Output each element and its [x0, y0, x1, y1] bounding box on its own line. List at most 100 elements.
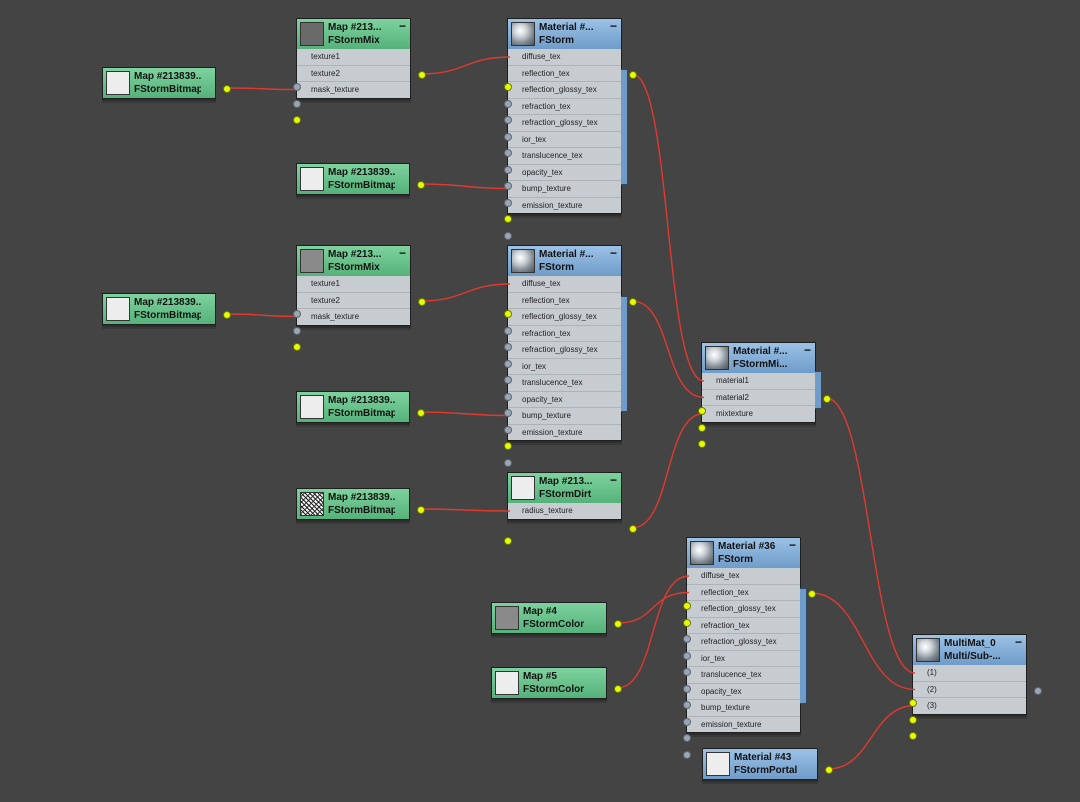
input-mask-texture[interactable]: mask_texture — [297, 308, 410, 325]
output-port[interactable] — [1034, 687, 1042, 695]
node-color-4[interactable]: Map #4 FStormColor — [491, 602, 622, 634]
node-material-43[interactable]: Material #43 FStormPortal — [702, 748, 833, 780]
input-port[interactable] — [909, 731, 917, 740]
output-port[interactable] — [418, 298, 426, 306]
output-port[interactable] — [629, 298, 637, 306]
input-port[interactable] — [683, 634, 691, 643]
input-port[interactable] — [504, 392, 512, 401]
input-slot-3[interactable]: (3) — [913, 697, 1026, 714]
input-port[interactable] — [293, 326, 301, 335]
input-texture1[interactable]: texture1 — [297, 49, 410, 65]
input-radius-texture[interactable]: radius_texture — [508, 503, 621, 519]
input-port[interactable] — [293, 342, 301, 351]
input-port[interactable] — [504, 181, 512, 190]
input-port[interactable] — [504, 458, 512, 467]
input-ior-tex[interactable]: ior_tex — [508, 357, 621, 375]
input-port[interactable] — [698, 423, 706, 432]
input-port[interactable] — [683, 733, 691, 742]
node-bitmap-3[interactable]: Map #213839... FStormBitmap — [102, 293, 231, 325]
input-diffuse-tex[interactable]: diffuse_tex — [508, 49, 621, 65]
input-port[interactable] — [504, 115, 512, 124]
output-port[interactable] — [223, 85, 231, 93]
input-refraction-tex[interactable]: refraction_tex — [508, 324, 621, 342]
input-translucence-tex[interactable]: translucence_tex — [508, 374, 621, 391]
input-port[interactable] — [293, 83, 301, 91]
input-emission-texture[interactable]: emission_texture — [687, 715, 800, 733]
input-port[interactable] — [504, 83, 512, 91]
input-port[interactable] — [293, 99, 301, 108]
output-port[interactable] — [614, 685, 622, 693]
input-mask-texture[interactable]: mask_texture — [297, 81, 410, 98]
input-translucence-tex[interactable]: translucence_tex — [508, 147, 621, 164]
input-port[interactable] — [504, 537, 512, 545]
input-translucence-tex[interactable]: translucence_tex — [687, 666, 800, 683]
input-port[interactable] — [504, 359, 512, 368]
node-dirt[interactable]: Map #213... FStormDirt − radius_texture — [504, 472, 637, 545]
input-texture2[interactable]: texture2 — [297, 291, 410, 309]
input-emission-texture[interactable]: emission_texture — [508, 196, 621, 214]
node-bitmap-4[interactable]: Map #213839... FStormBitmap — [296, 391, 425, 423]
input-refraction-glossy-tex[interactable]: refraction_glossy_tex — [508, 341, 621, 358]
input-port[interactable] — [504, 132, 512, 141]
input-reflection-glossy-tex[interactable]: reflection_glossy_tex — [687, 600, 800, 617]
node-material-36[interactable]: Material #36 FStorm − diffuse_tex reflec… — [683, 537, 816, 759]
input-port[interactable] — [683, 684, 691, 693]
input-port[interactable] — [909, 715, 917, 724]
input-port[interactable] — [683, 717, 691, 726]
input-opacity-tex[interactable]: opacity_tex — [687, 682, 800, 700]
node-bitmap-5[interactable]: Map #213839... FStormBitmap — [296, 488, 425, 520]
input-mixtexture[interactable]: mixtexture — [702, 405, 815, 422]
input-slot-1[interactable]: (1) — [913, 665, 1026, 681]
input-slot-2[interactable]: (2) — [913, 680, 1026, 698]
node-mix-2[interactable]: Map #213... FStormMix − texture1 texture… — [293, 245, 426, 351]
input-bump-texture[interactable]: bump_texture — [508, 180, 621, 197]
input-ior-tex[interactable]: ior_tex — [508, 130, 621, 148]
collapse-icon[interactable]: − — [610, 246, 617, 260]
collapse-icon[interactable]: − — [610, 473, 617, 487]
input-port[interactable] — [504, 99, 512, 108]
collapse-icon[interactable]: − — [399, 19, 406, 33]
input-bump-texture[interactable]: bump_texture — [687, 699, 800, 716]
output-port[interactable] — [417, 409, 425, 417]
output-port[interactable] — [823, 395, 831, 403]
output-port[interactable] — [417, 506, 425, 514]
collapse-icon[interactable]: − — [789, 538, 796, 552]
output-port[interactable] — [223, 311, 231, 319]
input-refraction-glossy-tex[interactable]: refraction_glossy_tex — [687, 633, 800, 650]
node-color-5[interactable]: Map #5 FStormColor — [491, 667, 622, 699]
output-port[interactable] — [629, 71, 637, 79]
input-reflection-tex[interactable]: reflection_tex — [508, 291, 621, 309]
output-port[interactable] — [614, 620, 622, 628]
node-material-1[interactable]: Material #... FStorm − diffuse_tex refle… — [504, 18, 637, 240]
input-port[interactable] — [683, 750, 691, 759]
input-material2[interactable]: material2 — [702, 388, 815, 406]
input-reflection-tex[interactable]: reflection_tex — [687, 583, 800, 601]
node-bitmap-2[interactable]: Map #213839... FStormBitmap — [296, 163, 425, 195]
collapse-icon[interactable]: − — [1015, 635, 1022, 649]
input-port[interactable] — [683, 602, 691, 610]
input-port[interactable] — [504, 375, 512, 384]
input-reflection-glossy-tex[interactable]: reflection_glossy_tex — [508, 308, 621, 325]
input-emission-texture[interactable]: emission_texture — [508, 423, 621, 441]
input-opacity-tex[interactable]: opacity_tex — [508, 390, 621, 408]
input-port[interactable] — [698, 439, 706, 448]
input-bump-texture[interactable]: bump_texture — [508, 407, 621, 424]
input-diffuse-tex[interactable]: diffuse_tex — [508, 276, 621, 292]
input-reflection-tex[interactable]: reflection_tex — [508, 64, 621, 82]
node-mix-1[interactable]: Map #213... FStormMix − texture1 texture… — [293, 18, 426, 124]
input-port[interactable] — [504, 310, 512, 318]
input-port[interactable] — [504, 408, 512, 417]
input-port[interactable] — [683, 651, 691, 660]
output-port[interactable] — [825, 766, 833, 774]
input-port[interactable] — [683, 700, 691, 709]
input-port[interactable] — [293, 115, 301, 124]
input-refraction-glossy-tex[interactable]: refraction_glossy_tex — [508, 114, 621, 131]
input-port[interactable] — [504, 148, 512, 157]
input-opacity-tex[interactable]: opacity_tex — [508, 163, 621, 181]
output-port[interactable] — [629, 525, 637, 533]
input-ior-tex[interactable]: ior_tex — [687, 649, 800, 667]
input-port[interactable] — [683, 618, 691, 627]
input-port[interactable] — [504, 231, 512, 240]
input-port[interactable] — [683, 667, 691, 676]
input-port[interactable] — [909, 699, 917, 707]
